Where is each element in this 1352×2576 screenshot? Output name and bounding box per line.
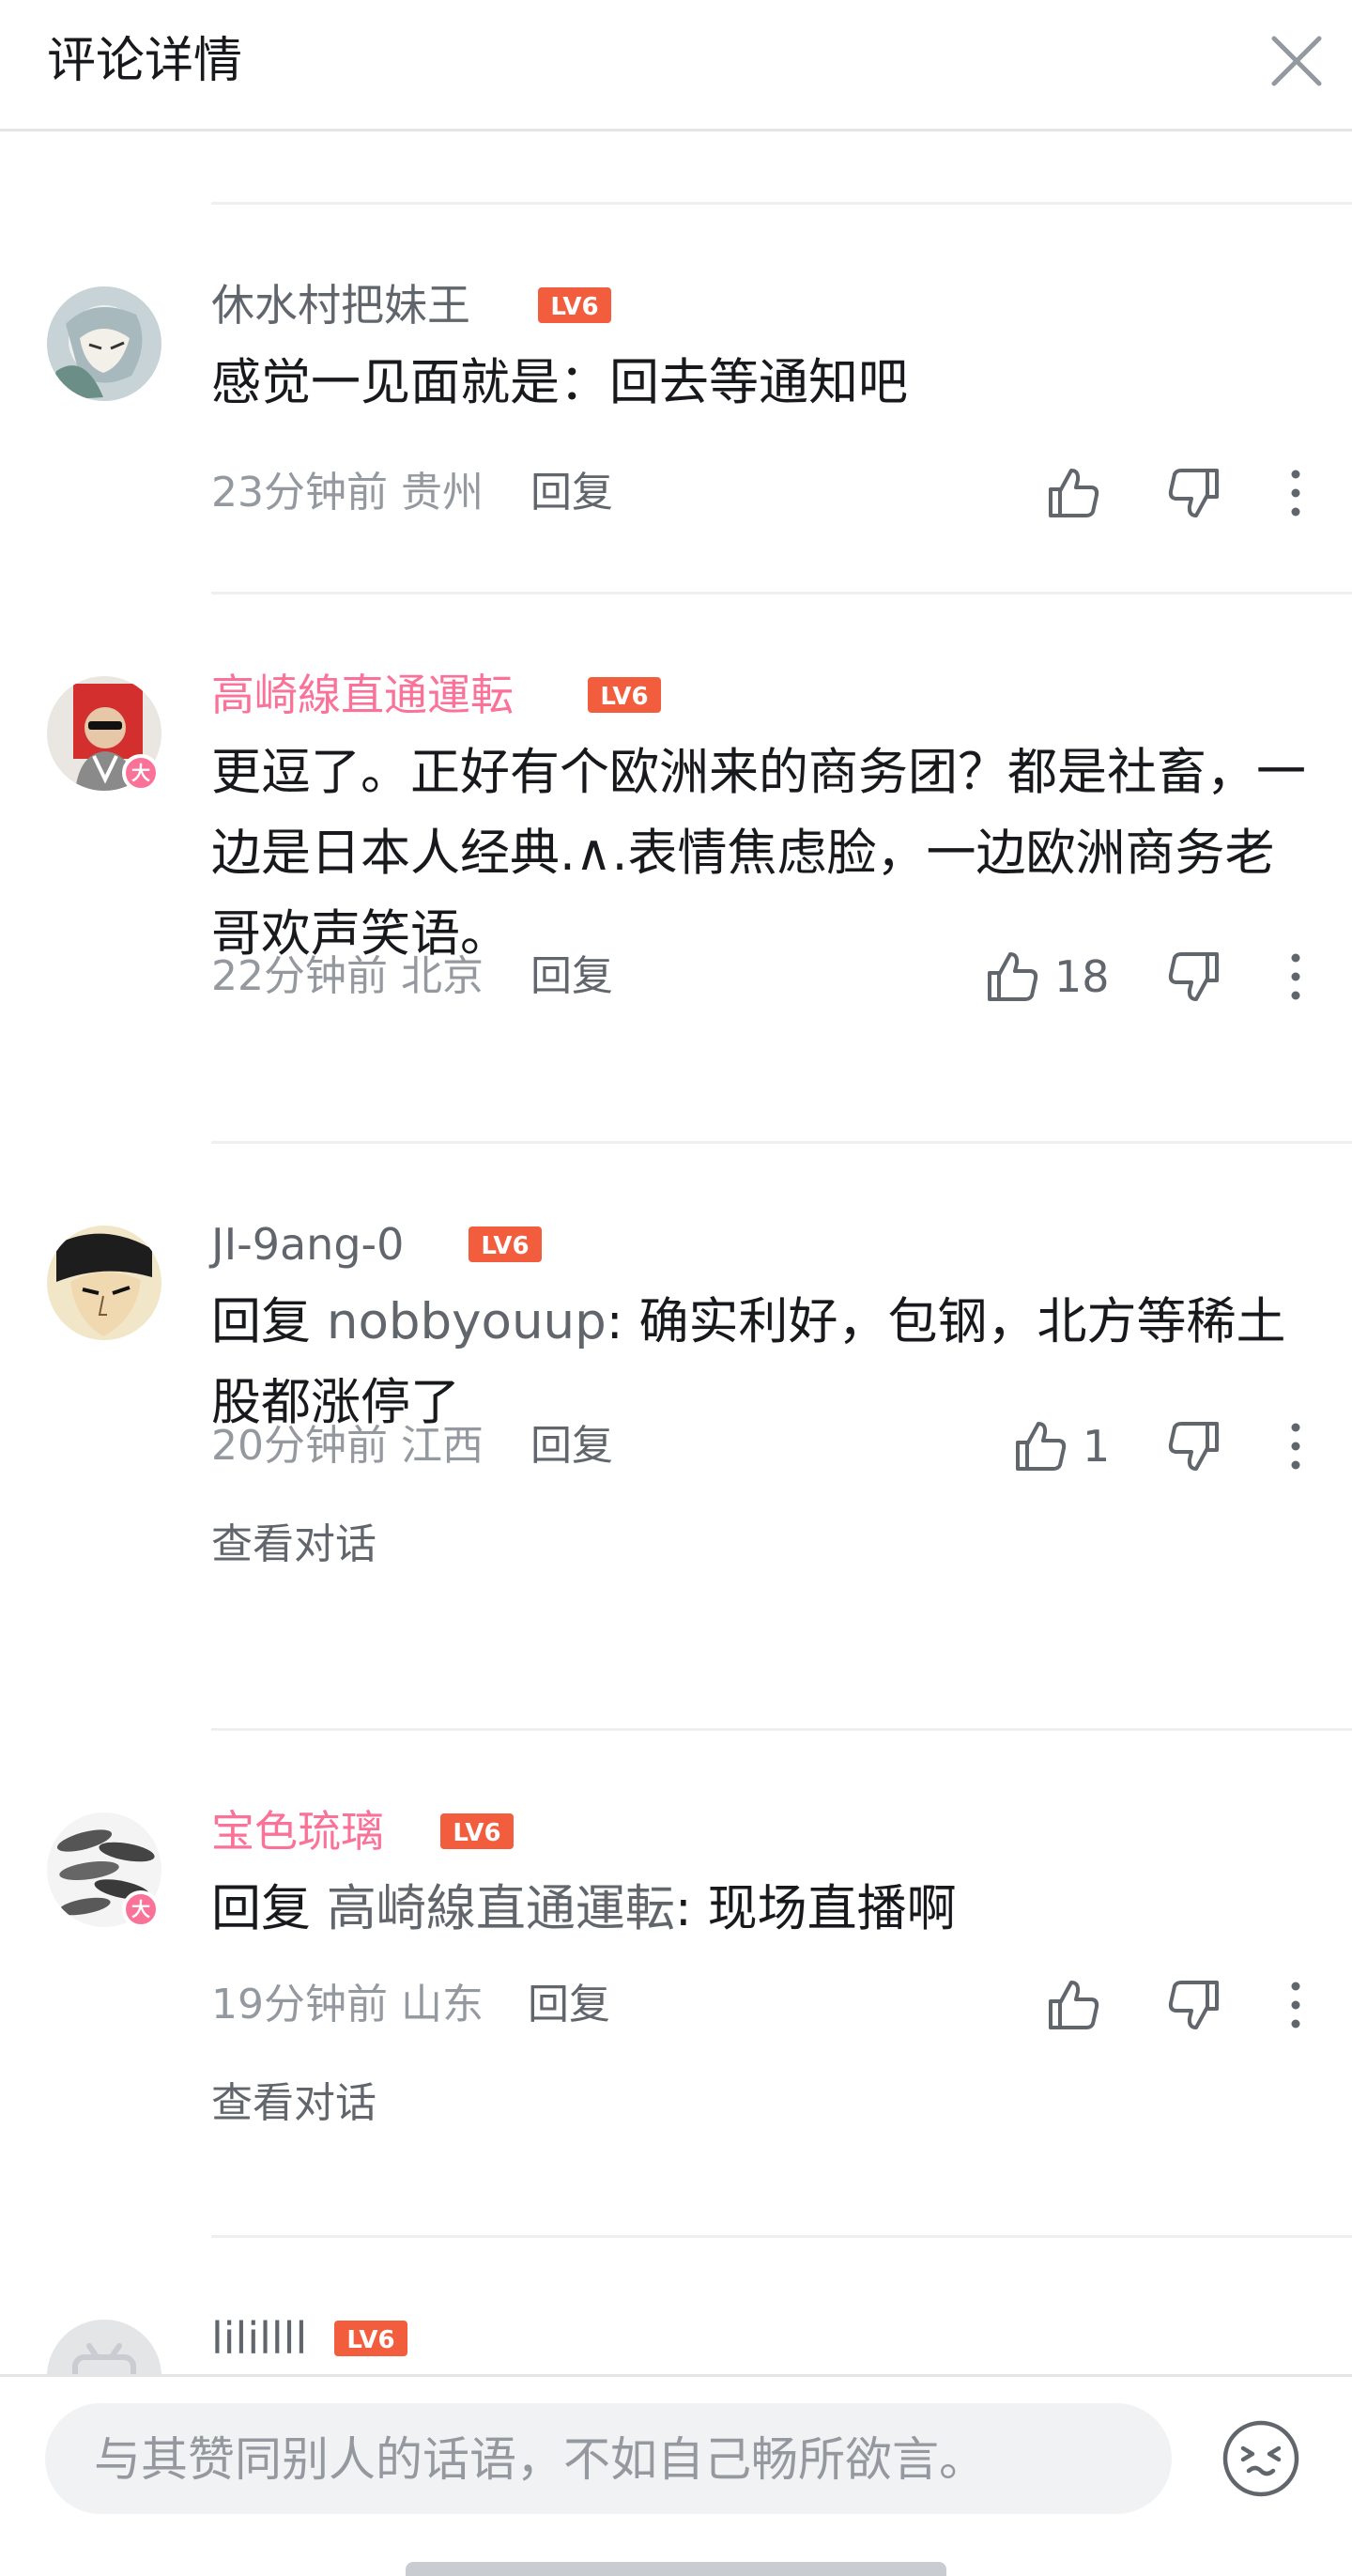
comment-location: 贵州 bbox=[401, 469, 484, 517]
thumbs-up-icon[interactable] bbox=[1045, 1977, 1101, 2033]
comment-input-bar bbox=[0, 2374, 1352, 2576]
comment-time: 20分钟前 bbox=[211, 1422, 388, 1470]
svg-text:LV6: LV6 bbox=[600, 683, 648, 711]
comment-list[interactable]: 休水村把妹王 LV6 感觉一见面就是：回去等通知吧 23分钟前 贵州 回复 大 … bbox=[0, 131, 1352, 2376]
reply-button[interactable]: 回复 bbox=[530, 465, 613, 521]
level-badge-icon: LV6 bbox=[440, 1813, 514, 1849]
divider bbox=[211, 1728, 1352, 1731]
level-badge-icon: LV6 bbox=[538, 287, 611, 323]
svg-text:LV6: LV6 bbox=[550, 293, 598, 321]
vip-badge: 大 bbox=[122, 1890, 160, 1928]
username[interactable]: 休水村把妹王 bbox=[211, 277, 470, 333]
divider bbox=[211, 592, 1352, 594]
comment-time: 23分钟前 bbox=[211, 469, 388, 517]
thumbs-down-icon[interactable] bbox=[1166, 949, 1222, 1005]
username[interactable]: JI-9ang-0 bbox=[211, 1216, 404, 1273]
more-icon[interactable] bbox=[1282, 1418, 1310, 1474]
divider bbox=[211, 202, 1352, 205]
thumbs-up-icon[interactable] bbox=[984, 949, 1040, 1005]
divider bbox=[211, 2235, 1352, 2238]
avatar[interactable] bbox=[47, 2320, 161, 2376]
avatar[interactable] bbox=[47, 286, 161, 401]
username[interactable]: 宝色琉璃 bbox=[211, 1803, 384, 1859]
more-icon[interactable] bbox=[1282, 1977, 1310, 2033]
comment-text: 更逗了。正好有个欧洲来的商务团？都是社畜，一边是日本人经典.∧.表情焦虑脸，一边… bbox=[211, 744, 1306, 963]
avatar[interactable] bbox=[47, 1226, 161, 1340]
comment-text: 感觉一见面就是：回去等通知吧 bbox=[211, 354, 908, 411]
comment-location: 山东 bbox=[401, 1981, 484, 2028]
emoji-icon[interactable] bbox=[1221, 2418, 1301, 2499]
view-conversation-link[interactable]: 查看对话 bbox=[211, 1517, 376, 1573]
svg-text:LV6: LV6 bbox=[481, 1232, 529, 1260]
comment-time: 19分钟前 bbox=[211, 1981, 388, 2028]
thumbs-up-icon[interactable] bbox=[1045, 465, 1101, 521]
thumbs-down-icon[interactable] bbox=[1166, 465, 1222, 521]
view-conversation-link[interactable]: 查看对话 bbox=[211, 2075, 376, 2132]
svg-text:LV6: LV6 bbox=[453, 1819, 500, 1847]
comment-time: 22分钟前 bbox=[211, 952, 388, 1000]
reply-to-user[interactable]: nobbyouup bbox=[327, 1293, 607, 1350]
comment-location: 江西 bbox=[401, 1422, 484, 1470]
username[interactable]: lilillll bbox=[211, 2310, 307, 2367]
header: 评论详情 bbox=[0, 0, 1352, 131]
comment-input-container[interactable] bbox=[45, 2403, 1172, 2516]
comment-body: : 现场直播啊 bbox=[674, 1880, 957, 1937]
comment-meta: 23分钟前 贵州 bbox=[211, 465, 484, 521]
comment-meta: 19分钟前 山东 bbox=[211, 1977, 484, 2033]
like-count: 18 bbox=[1054, 951, 1110, 1002]
more-icon[interactable] bbox=[1282, 465, 1310, 521]
vip-badge: 大 bbox=[122, 754, 160, 792]
level-badge-icon: LV6 bbox=[334, 2321, 407, 2356]
reply-to-user[interactable]: 高崎線直通運転 bbox=[327, 1880, 675, 1937]
comment-meta: 22分钟前 北京 bbox=[211, 949, 484, 1005]
level-badge-icon: LV6 bbox=[588, 677, 661, 713]
reply-button[interactable]: 回复 bbox=[528, 1977, 610, 2033]
more-icon[interactable] bbox=[1282, 949, 1310, 1005]
thumbs-down-icon[interactable] bbox=[1166, 1418, 1222, 1474]
thumbs-up-icon[interactable] bbox=[1012, 1418, 1068, 1474]
svg-text:LV6: LV6 bbox=[346, 2326, 394, 2354]
thumbs-down-icon[interactable] bbox=[1166, 1977, 1222, 2033]
level-badge-icon: LV6 bbox=[469, 1226, 542, 1262]
reply-button[interactable]: 回复 bbox=[530, 949, 613, 1005]
comment-input[interactable] bbox=[92, 2403, 1129, 2516]
close-button[interactable] bbox=[1264, 28, 1329, 94]
like-count: 1 bbox=[1083, 1421, 1111, 1472]
close-icon bbox=[1271, 36, 1322, 86]
reply-prefix: 回复 bbox=[211, 1880, 327, 1937]
divider bbox=[211, 1141, 1352, 1144]
reply-button[interactable]: 回复 bbox=[530, 1418, 613, 1474]
comment-meta: 20分钟前 江西 bbox=[211, 1418, 484, 1474]
home-indicator bbox=[406, 2562, 946, 2576]
comment-location: 北京 bbox=[401, 952, 484, 1000]
page-title: 评论详情 bbox=[47, 33, 243, 89]
comment-text: 回复 高崎線直通運転: 现场直播啊 bbox=[211, 1869, 1310, 1950]
username[interactable]: 高崎線直通運転 bbox=[211, 667, 514, 723]
reply-prefix: 回复 bbox=[211, 1293, 327, 1350]
